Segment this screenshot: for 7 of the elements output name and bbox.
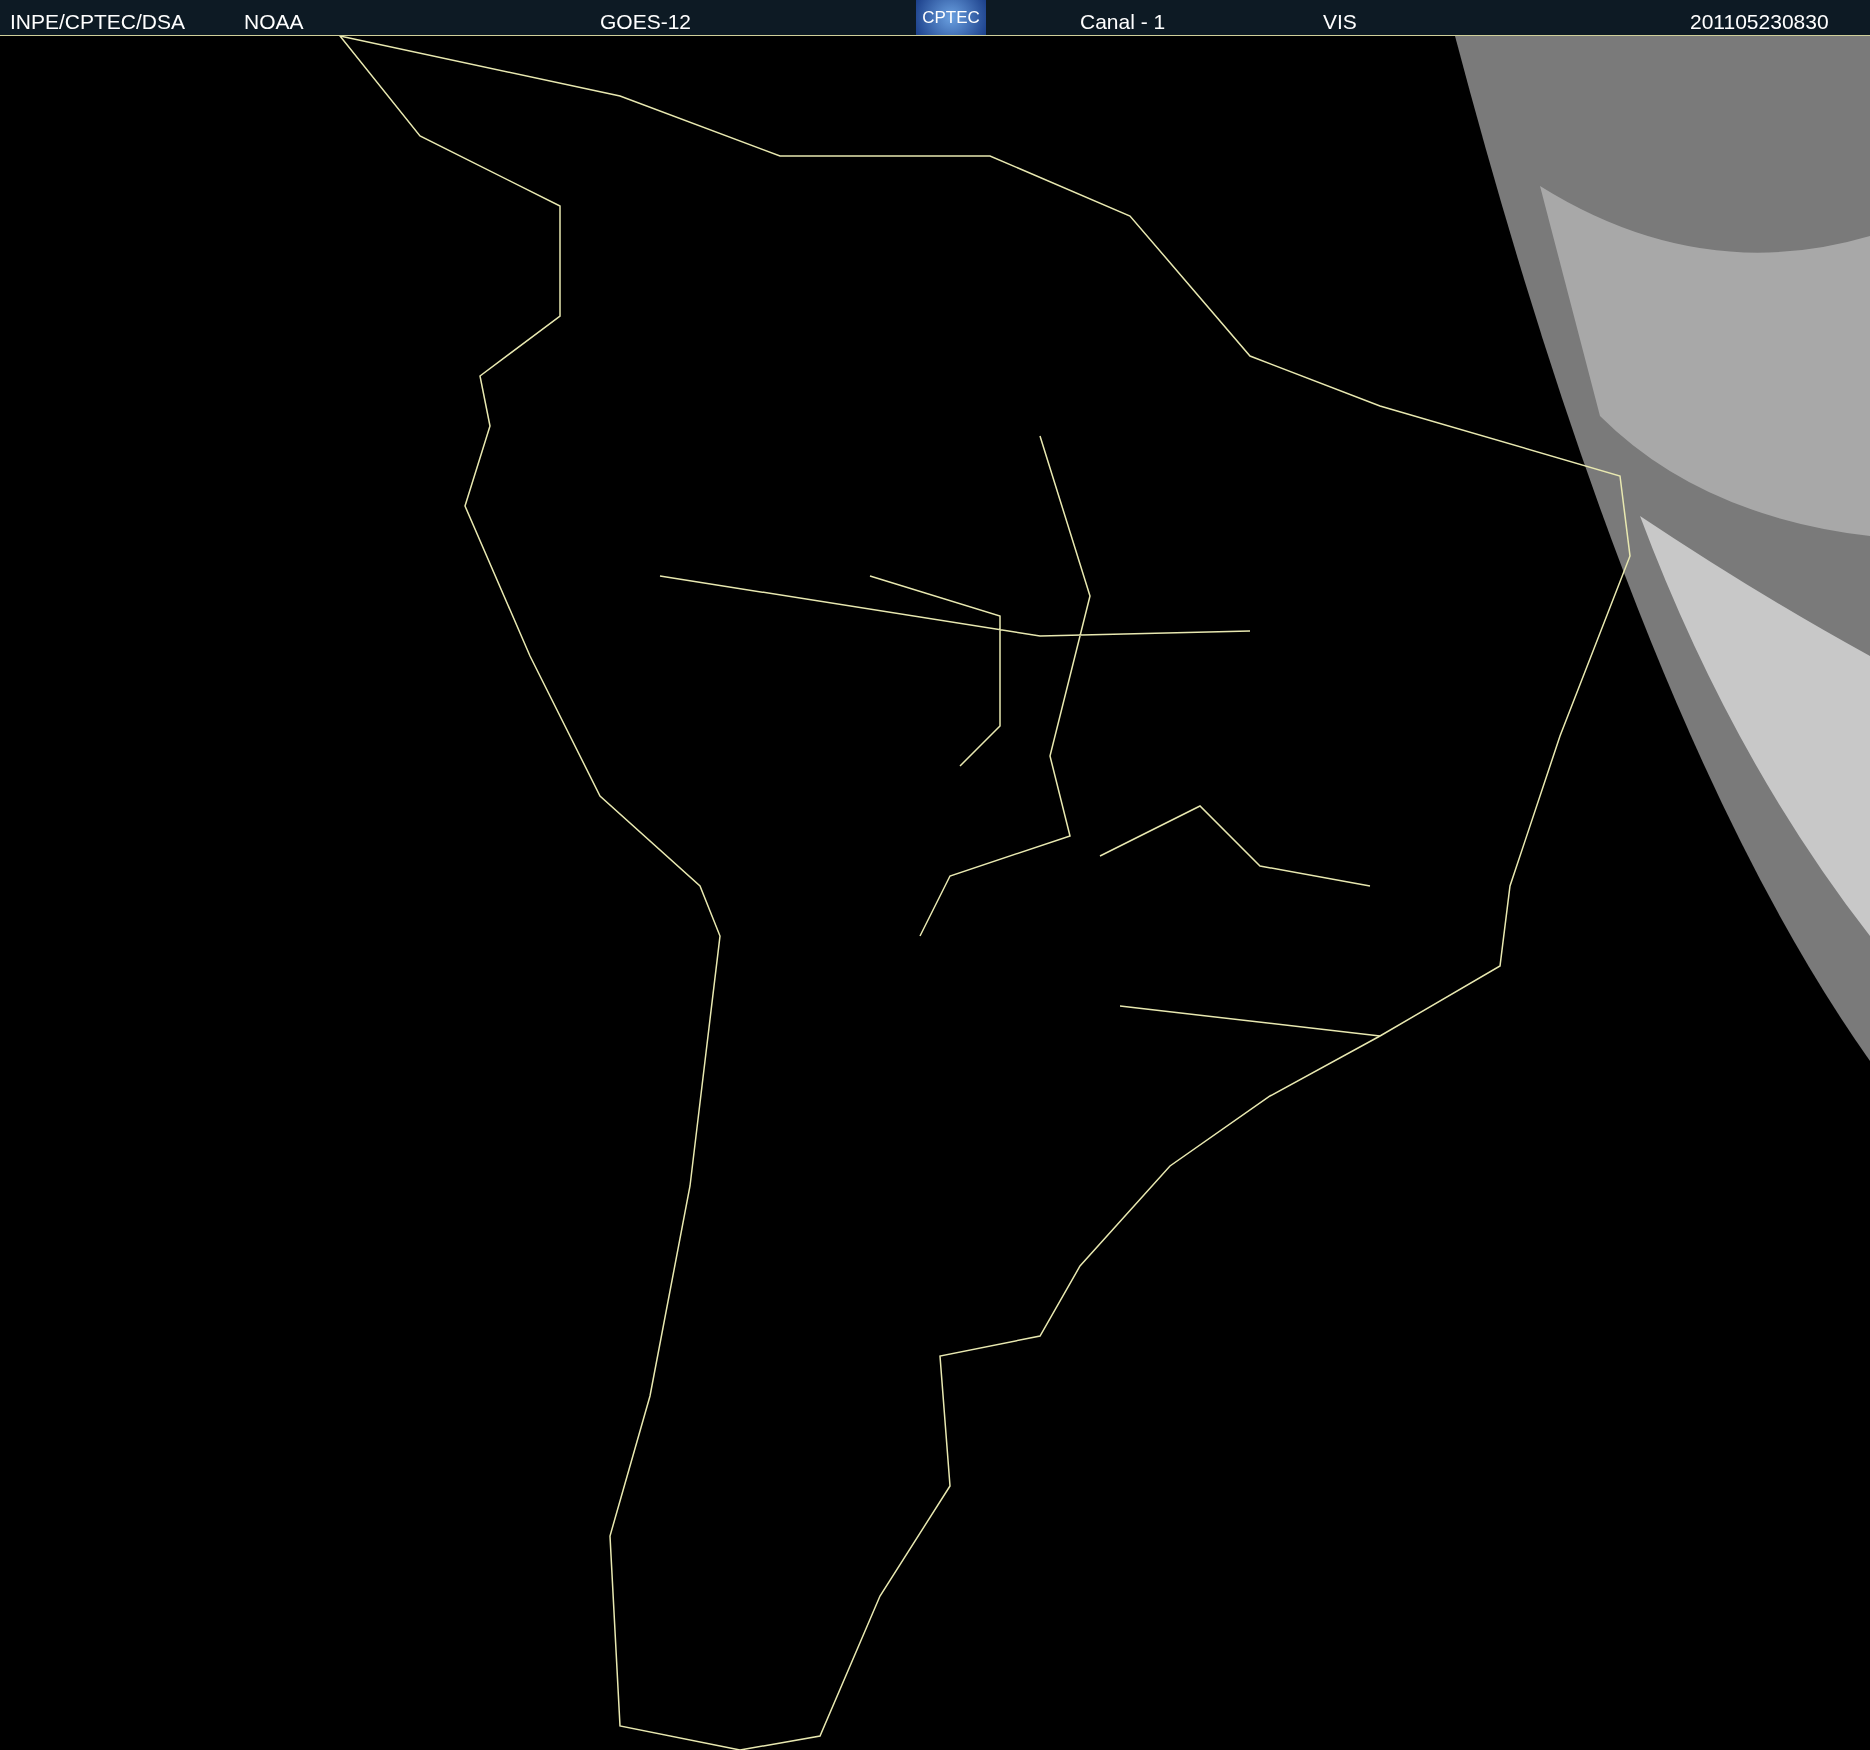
channel-label: Canal - 1 [1080, 9, 1166, 35]
agency-label: INPE/CPTEC/DSA [10, 9, 186, 35]
satellite-label: GOES-12 [600, 9, 692, 35]
logo: CPTEC [916, 0, 986, 35]
source-label: NOAA [244, 9, 304, 35]
band-label: VIS [1323, 9, 1357, 35]
timestamp-label: 201105230830 [1690, 9, 1829, 35]
